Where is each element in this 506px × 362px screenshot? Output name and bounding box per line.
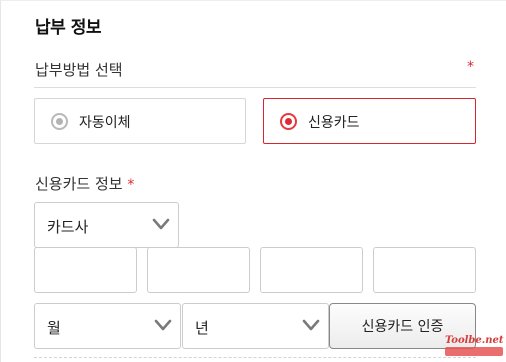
chevron-down-icon bbox=[152, 218, 170, 230]
expiry-year-select[interactable]: 년 bbox=[182, 303, 329, 349]
radio-label-credit-card: 신용카드 bbox=[308, 115, 360, 131]
section-title: 납부 정보 bbox=[35, 18, 101, 38]
divider bbox=[34, 87, 476, 88]
card-info-label-text: 신용카드 정보 bbox=[35, 175, 123, 193]
payment-method-label: 납부방법 선택 bbox=[35, 61, 123, 79]
payment-panel: 납부 정보 납부방법 선택 * 자동이체 신용카드 신용카드 정보 * 카드사 … bbox=[0, 0, 506, 362]
card-number-input-2[interactable] bbox=[147, 247, 250, 293]
card-number-input-1[interactable] bbox=[34, 247, 137, 293]
card-company-select[interactable]: 카드사 bbox=[34, 202, 179, 248]
watermark-text: Toolbe.net bbox=[445, 335, 504, 346]
watermark-banner bbox=[445, 347, 503, 356]
radio-icon[interactable] bbox=[280, 113, 297, 130]
card-number-input-4[interactable] bbox=[373, 247, 476, 293]
expiry-year-value: 년 bbox=[195, 319, 209, 337]
expiry-month-value: 월 bbox=[47, 319, 61, 337]
card-company-value: 카드사 bbox=[47, 218, 89, 236]
radio-option-auto-transfer[interactable]: 자동이체 bbox=[34, 98, 246, 144]
card-number-input-3[interactable] bbox=[260, 247, 363, 293]
expiry-month-select[interactable]: 월 bbox=[34, 303, 181, 349]
radio-option-credit-card[interactable]: 신용카드 bbox=[263, 98, 476, 144]
radio-icon[interactable] bbox=[51, 113, 68, 130]
card-info-label: 신용카드 정보 * bbox=[35, 173, 134, 194]
radio-label-auto-transfer: 자동이체 bbox=[79, 115, 131, 131]
watermark-logo: Toolbe.net bbox=[445, 335, 505, 359]
chevron-down-icon bbox=[302, 319, 320, 331]
required-mark: * bbox=[127, 177, 135, 193]
chevron-down-icon bbox=[154, 319, 172, 331]
required-mark: * bbox=[467, 59, 474, 75]
divider bbox=[34, 357, 476, 358]
